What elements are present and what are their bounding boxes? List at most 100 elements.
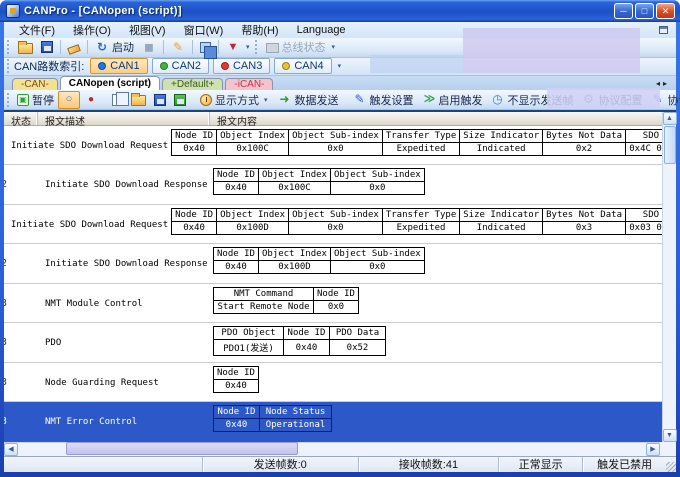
content-header-cell: Object Index [217,129,289,142]
toolbar-grip[interactable] [7,59,10,73]
content-header-cell: Node ID [172,208,217,221]
display-mode-button[interactable]: 显示方式▾ [196,91,274,109]
start-icon: ↻ [95,41,109,54]
scroll-down-button[interactable]: ▼ [663,429,677,442]
gear-icon: ⚙ [582,93,596,106]
mdi-restore-icon[interactable] [659,26,668,34]
hscroll-thumb[interactable] [66,442,298,455]
scroll-left-button[interactable]: ◀ [4,443,18,456]
vscroll-thumb[interactable] [664,126,676,164]
menu-item[interactable]: 帮助(H) [232,21,287,39]
maximize-button[interactable]: □ [635,3,654,19]
bus-status-button[interactable]: 总线状态 [262,38,330,56]
row-content: Node IDObject IndexObject Sub-indexTrans… [168,205,662,244]
load-data-button[interactable] [127,91,150,109]
row-status: 2 [4,244,38,283]
content-header-cell: NMT Command [214,287,314,300]
content-value-cell: 0x40 [214,379,259,392]
table-row[interactable]: 2Initiate SDO Download RequestNode IDObj… [4,126,662,166]
toolbar-separator [163,40,164,54]
pause-button[interactable]: ▣暂停 [13,91,58,109]
titlebar: CANPro - [CANopen (script)] ─ □ ✕ [0,0,680,22]
content-value-cell: 0x100C [258,182,330,195]
record-button[interactable]: ○ [58,91,80,109]
menu-item[interactable]: 视图(V) [120,21,175,39]
menu-item[interactable]: Language [288,23,355,37]
client-area: 文件(F)操作(O)视图(V)窗口(W)帮助(H)Language ↻启动 ◼ … [4,22,676,472]
edit-button[interactable]: ✎ [167,38,189,56]
toolbar-separator [87,40,88,54]
stop-button[interactable]: ◼ [138,38,160,56]
toolbar-overflow-chevron-icon[interactable]: ▾ [330,43,338,51]
scroll-right-button[interactable]: ▶ [646,443,660,456]
can-channel-button-can1[interactable]: CAN1 [90,58,147,74]
content-value-cell: Operational [260,419,332,432]
start-label: 启动 [112,39,134,55]
protocol-config-button[interactable]: ⚙协议配置 [578,91,647,109]
save-data-button[interactable] [150,91,170,109]
table-row[interactable]: 3NMT Module ControlNMT CommandNode IDSta… [4,284,662,324]
menu-item[interactable]: 窗口(W) [175,21,233,39]
table-row[interactable]: 2Initiate SDO Download RequestNode IDObj… [4,205,662,245]
menu-item[interactable]: 文件(F) [10,21,64,39]
save-all-button[interactable] [170,91,190,109]
table-row[interactable]: 3PDOPDO ObjectNode IDPDO DataPDO1(发送)0x4… [4,323,662,363]
tab-can[interactable]: -CAN- [12,78,58,90]
toolbar-grip[interactable] [7,93,9,107]
tab-scroll-left-icon[interactable]: ◂ [656,79,663,88]
send-data-button[interactable]: ➜数据发送 [274,91,343,109]
minimize-button[interactable]: ─ [614,3,633,19]
pause-icon: ▣ [17,94,29,106]
tab-scroll-right-icon[interactable]: ▸ [663,79,670,88]
menu-item[interactable]: 操作(O) [64,21,120,39]
table-row[interactable]: 2Initiate SDO Download ResponseNode IDOb… [4,165,662,205]
tab-default[interactable]: +Default+ [162,78,223,90]
table-row[interactable]: 3NMT Error ControlNode IDNode Status0x40… [4,402,662,442]
windows-cascade-button[interactable] [196,38,215,56]
record-circle-icon: ○ [62,93,76,106]
table-row[interactable]: 2Initiate SDO Download ResponseNode IDOb… [4,244,662,284]
protocol-manage-button[interactable]: ✎协议管理 [647,91,680,109]
resize-grip[interactable] [666,462,676,472]
content-value-cell: 0x0 [330,261,424,274]
column-header-description[interactable]: 报文描述 [38,112,210,125]
can-channel-button-can2[interactable]: CAN2 [152,58,209,74]
stop-record-button[interactable]: ● [80,91,102,109]
tab-ican[interactable]: -iCAN- [225,78,273,90]
trigger-setup-button[interactable]: ✎触发设置 [349,91,418,109]
can-channel-button-can4[interactable]: CAN4 [274,58,331,74]
horizontal-scrollbar[interactable]: ◀ ▶ [4,442,676,456]
toolbar-overflow-chevron-icon[interactable]: ▾ [336,62,344,70]
content-header-cell: Node ID [214,406,260,419]
vertical-scrollbar[interactable]: ▲ ▼ [662,112,676,442]
enable-trigger-button[interactable]: ≫启用触发 [418,91,487,109]
scroll-up-button[interactable]: ▲ [663,112,677,125]
pencil-icon: ✎ [171,41,185,54]
clear-button[interactable] [64,38,84,56]
send-data-label: 数据发送 [295,92,339,108]
tab-canopenscript[interactable]: CANopen (script) [60,76,160,90]
open-file-button[interactable] [14,38,37,56]
message-content-table: Node IDObject IndexObject Sub-index0x400… [213,247,425,274]
filter-button[interactable]: ▼ [222,38,244,56]
hide-tx-frames-button[interactable]: ◷不显示发送帧 [487,91,578,109]
content-header-cell: PDO Object [214,327,284,340]
hscroll-track[interactable] [18,442,646,456]
toolbar-overflow-chevron-icon[interactable]: ▾ [244,43,252,51]
content-value-cell: 0x40 [284,340,330,356]
toolbar-grip[interactable] [255,40,258,54]
statusbar-blank [4,457,202,472]
can-channel-button-can3[interactable]: CAN3 [213,58,270,74]
close-button[interactable]: ✕ [656,3,675,19]
save-icon [154,94,166,106]
column-header-status[interactable]: 状态 [4,112,38,125]
send-arrow-icon: ➜ [278,93,292,106]
column-header-content[interactable]: 报文内容 [210,112,662,125]
start-button[interactable]: ↻启动 [91,38,138,56]
toolbar-grip[interactable] [7,40,10,54]
tab-scroll-arrows[interactable]: ◂▸ [656,79,670,88]
table-row[interactable]: 3Node Guarding RequestNode ID0x40 [4,363,662,403]
save-icon [41,41,53,53]
copy-button[interactable] [108,91,127,109]
save-file-button[interactable] [37,38,57,56]
